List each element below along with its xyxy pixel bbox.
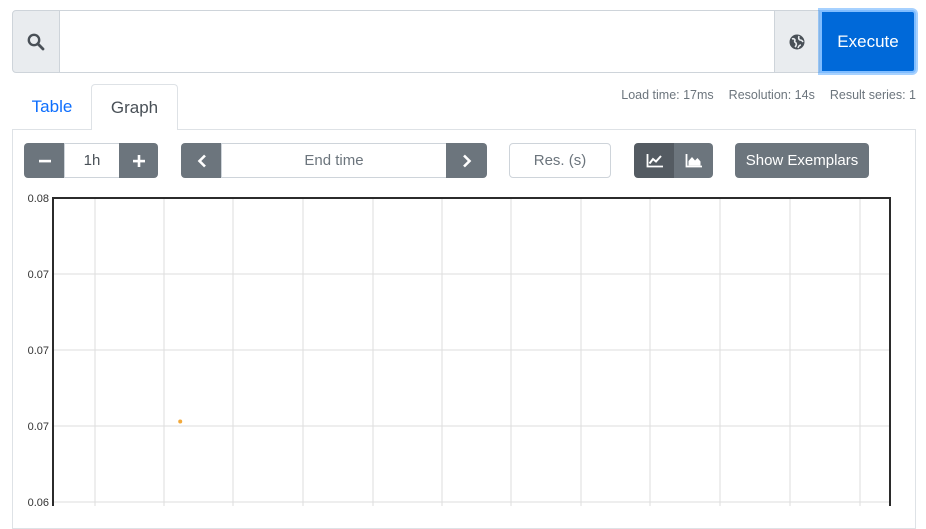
y-tick-label: 0.07 bbox=[28, 345, 49, 357]
plot-frame bbox=[52, 197, 891, 506]
series-points bbox=[178, 419, 183, 424]
y-axis: 0.08 0.07 0.07 0.07 0.06 bbox=[28, 193, 49, 506]
chart-grid bbox=[53, 198, 890, 506]
y-tick-label: 0.06 bbox=[28, 497, 49, 506]
graph-chart: 0.08 0.07 0.07 0.07 0.06 bbox=[28, 193, 891, 506]
tab-graph[interactable]: Graph bbox=[91, 84, 178, 130]
y-tick-label: 0.07 bbox=[28, 269, 49, 281]
y-tick-label: 0.08 bbox=[28, 193, 49, 205]
y-tick-label: 0.07 bbox=[28, 421, 49, 433]
data-point bbox=[178, 419, 183, 424]
